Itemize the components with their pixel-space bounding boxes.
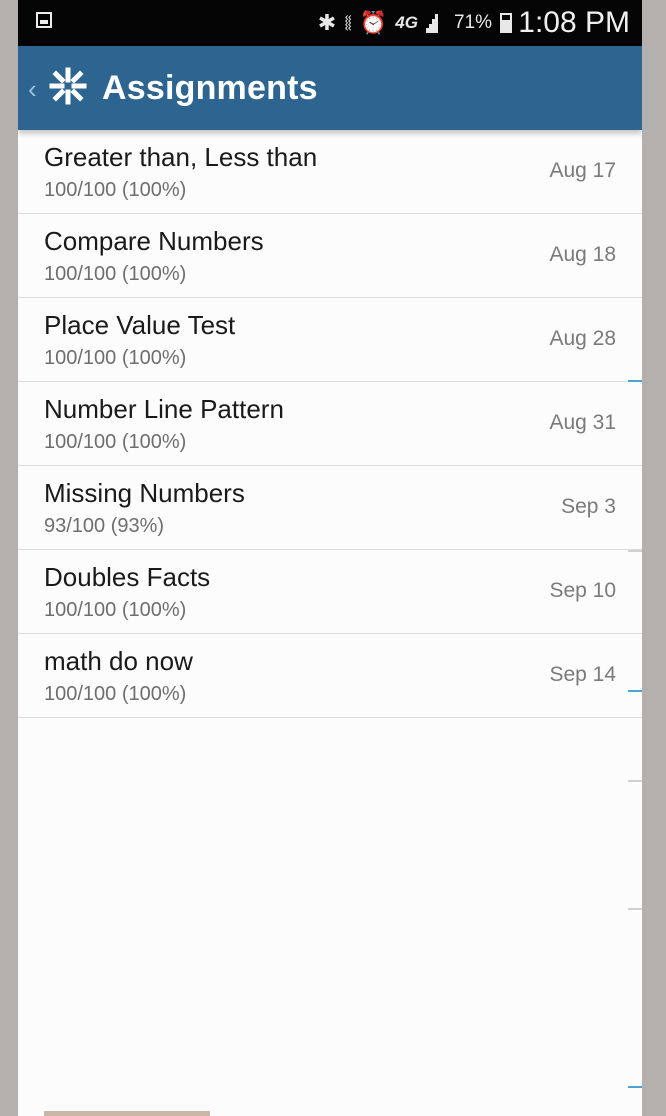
clock: 1:08 PM: [518, 6, 630, 39]
battery-percent: 71%: [453, 12, 492, 33]
gallery-icon: [36, 12, 52, 28]
assignment-score: 100/100 (100%): [44, 599, 187, 621]
scroll-indicator: [628, 1086, 642, 1088]
assignment-title: Number Line Pattern: [44, 394, 284, 424]
assignment-title: Place Value Test: [44, 310, 236, 340]
assignment-date: Aug 18: [549, 243, 616, 266]
assignment-title: Greater than, Less than: [44, 142, 318, 172]
list-item[interactable]: Number Line Pattern 100/100 (100%) Aug 3…: [18, 382, 642, 466]
action-bar: ‹ Assignments: [18, 46, 642, 130]
assignment-title: Doubles Facts: [44, 562, 211, 592]
bottom-thumbnail: [44, 1111, 210, 1116]
alarm-icon: ⏰: [359, 10, 388, 35]
status-bar: ✱ ⧛ ⏰ 4G 71% 1:08 PM: [18, 0, 642, 46]
scroll-indicator: [628, 550, 642, 552]
assignment-date: Aug 31: [549, 411, 616, 434]
list-item[interactable]: math do now 100/100 (100%) Sep 14: [18, 634, 642, 718]
assignment-title: Compare Numbers: [44, 226, 264, 256]
scroll-indicator: [628, 908, 642, 910]
assignment-date: Sep 3: [561, 495, 616, 518]
assignment-date: Sep 14: [549, 663, 616, 686]
assignment-date: Sep 10: [549, 579, 616, 602]
list-item[interactable]: Compare Numbers 100/100 (100%) Aug 18: [18, 214, 642, 298]
assignment-score: 93/100 (93%): [44, 515, 165, 537]
signal-icon: [425, 13, 446, 33]
asterisk-logo-icon[interactable]: [48, 66, 88, 106]
assignment-score: 100/100 (100%): [44, 347, 187, 369]
status-icons: ✱ ⧛ ⏰ 4G 71%: [318, 10, 512, 36]
assignment-date: Aug 17: [549, 159, 616, 182]
scroll-indicator: [628, 380, 642, 382]
list-item[interactable]: Missing Numbers 93/100 (93%) Sep 3: [18, 466, 642, 550]
assignment-title: math do now: [44, 646, 193, 676]
assignment-date: Aug 28: [549, 327, 616, 350]
list-item[interactable]: Greater than, Less than 100/100 (100%) A…: [18, 130, 642, 214]
page-title: Assignments: [102, 69, 318, 107]
chevron-left-icon[interactable]: ‹: [28, 76, 37, 102]
assignment-score: 100/100 (100%): [44, 431, 187, 453]
bluetooth-icon: ✱: [317, 10, 337, 35]
lte-icon: 4G: [395, 13, 418, 32]
scroll-indicator: [628, 690, 642, 692]
assignment-score: 100/100 (100%): [44, 179, 187, 201]
vibrate-icon: ⧛: [344, 10, 352, 35]
assignment-score: 100/100 (100%): [44, 263, 187, 285]
phone-screen: ✱ ⧛ ⏰ 4G 71% 1:08 PM ‹ Assignments Great…: [18, 0, 642, 1116]
list-item[interactable]: Doubles Facts 100/100 (100%) Sep 10: [18, 550, 642, 634]
assignment-title: Missing Numbers: [44, 478, 245, 508]
list-item[interactable]: Place Value Test 100/100 (100%) Aug 28: [18, 298, 642, 382]
battery-icon: [500, 13, 512, 33]
assignment-list: Greater than, Less than 100/100 (100%) A…: [18, 130, 642, 718]
scroll-indicator: [628, 780, 642, 782]
assignment-score: 100/100 (100%): [44, 683, 187, 705]
